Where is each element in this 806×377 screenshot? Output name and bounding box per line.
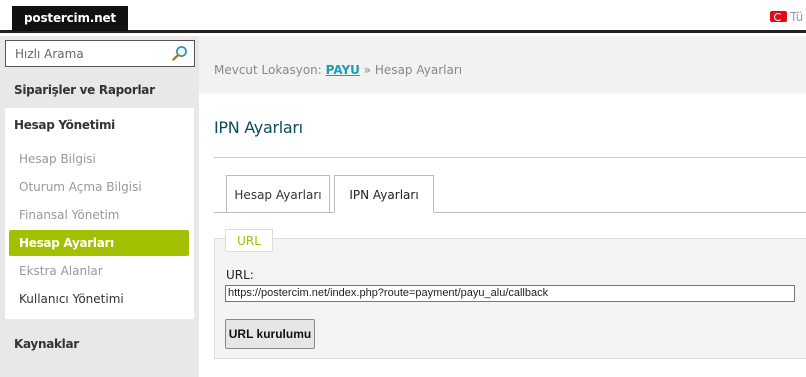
sidebar-section-orders[interactable]: Siparişler ve Raporlar [14, 83, 155, 97]
sidebar-item-extra-fields[interactable]: Ekstra Alanlar [9, 258, 189, 284]
tab-account-settings[interactable]: Hesap Ayarları [226, 175, 330, 213]
language-label: Tü [790, 10, 804, 24]
url-setup-button[interactable]: URL kurulumu [225, 319, 315, 349]
page-title: IPN Ayarları [214, 118, 303, 137]
menu-title[interactable]: Hesap Yönetimi [14, 118, 115, 132]
tab-ipn-settings[interactable]: IPN Ayarları [334, 175, 434, 213]
sidebar: Siparişler ve Raporlar Hesap Yönetimi He… [0, 36, 199, 377]
search-icon[interactable] [172, 45, 188, 61]
quick-search [5, 40, 195, 67]
sidebar-item-user-management[interactable]: Kullanıcı Yönetimi [9, 286, 189, 312]
breadcrumb-separator: » [363, 63, 372, 77]
sidebar-item-financial[interactable]: Finansal Yönetim [9, 202, 189, 228]
search-input[interactable] [6, 41, 166, 66]
breadcrumb-bar: Mevcut Lokasyon: PAYU » Hesap Ayarları [199, 36, 806, 93]
sidebar-item-login-info[interactable]: Oturum Açma Bilgisi [9, 174, 189, 200]
breadcrumb-current: Hesap Ayarları [374, 63, 463, 77]
language-selector[interactable]: Tü [770, 10, 803, 24]
turkey-flag-icon [770, 11, 787, 22]
url-field[interactable]: https://postercim.net/index.php?route=pa… [225, 285, 795, 302]
top-bar: postercim.net Tü [0, 0, 806, 33]
sidebar-item-account-info[interactable]: Hesap Bilgisi [9, 146, 189, 172]
sidebar-item-account-settings[interactable]: Hesap Ayarları [9, 230, 189, 256]
brand-logo[interactable]: postercim.net [12, 6, 128, 31]
title-divider [214, 157, 806, 158]
breadcrumb: Mevcut Lokasyon: PAYU » Hesap Ayarları [214, 63, 462, 77]
url-section-tab[interactable]: URL [225, 229, 273, 252]
breadcrumb-prefix: Mevcut Lokasyon: [214, 63, 322, 77]
breadcrumb-link-payu[interactable]: PAYU [326, 63, 360, 77]
account-management-menu: Hesap Yönetimi Hesap Bilgisi Oturum Açma… [5, 108, 194, 319]
url-field-label: URL: [226, 268, 254, 282]
sidebar-section-resources[interactable]: Kaynaklar [14, 337, 79, 351]
